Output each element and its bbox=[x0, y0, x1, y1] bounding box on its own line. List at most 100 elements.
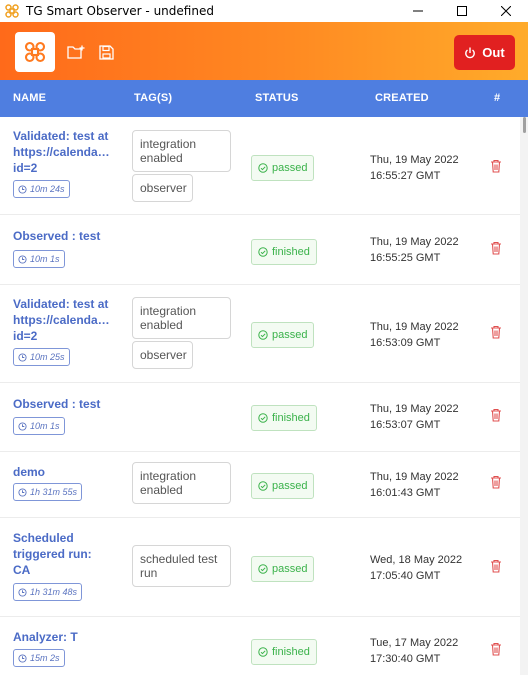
run-name-link[interactable]: Scheduled triggered run: CA bbox=[13, 530, 118, 578]
duration-text: 10m 24s bbox=[30, 184, 65, 194]
close-window-button[interactable] bbox=[484, 0, 528, 22]
status-text: passed bbox=[272, 480, 308, 492]
clock-icon bbox=[18, 184, 27, 194]
tag-chip[interactable]: integration enabled bbox=[132, 462, 231, 504]
table-row[interactable]: Observed : test 10m 1s finished Thu, 19 … bbox=[0, 383, 520, 452]
title-bar: TG Smart Observer - undefined bbox=[0, 0, 528, 22]
window-title: TG Smart Observer - undefined bbox=[26, 4, 214, 18]
clock-icon bbox=[18, 587, 27, 597]
run-name-line: https://calenda… bbox=[13, 313, 110, 327]
duration-text: 10m 1s bbox=[30, 421, 60, 431]
duration-text: 1h 31m 48s bbox=[30, 587, 78, 597]
tag-chip[interactable]: scheduled test run bbox=[132, 545, 231, 587]
tag-chip[interactable]: observer bbox=[132, 341, 193, 369]
clock-icon bbox=[18, 352, 27, 362]
run-name-link[interactable]: Observed : test bbox=[13, 396, 118, 412]
created-timestamp: Thu, 19 May 2022 16:01:43 GMT bbox=[370, 469, 459, 501]
check-circle-icon bbox=[258, 413, 268, 423]
logout-label: Out bbox=[482, 45, 505, 60]
status-badge: passed bbox=[251, 473, 315, 499]
delete-icon[interactable] bbox=[490, 408, 502, 422]
delete-icon[interactable] bbox=[490, 325, 502, 339]
created-time: 16:55:25 GMT bbox=[370, 252, 441, 264]
run-name-link[interactable]: demo bbox=[13, 464, 118, 480]
new-folder-button[interactable] bbox=[67, 44, 85, 60]
check-circle-icon bbox=[258, 247, 268, 257]
created-time: 16:53:07 GMT bbox=[370, 419, 441, 431]
table-row[interactable]: demo 1h 31m 55s integration enabled pass… bbox=[0, 452, 520, 518]
status-text: passed bbox=[272, 162, 308, 174]
created-date: Thu, 19 May 2022 bbox=[370, 321, 459, 333]
minimize-button[interactable] bbox=[396, 0, 440, 22]
delete-icon[interactable] bbox=[490, 475, 502, 489]
created-timestamp: Thu, 19 May 2022 16:53:09 GMT bbox=[370, 319, 459, 351]
duration-badge: 10m 1s bbox=[13, 250, 65, 268]
delete-icon[interactable] bbox=[490, 642, 502, 656]
created-time: 16:55:27 GMT bbox=[370, 170, 441, 182]
column-header-created[interactable]: CREATED bbox=[375, 92, 429, 104]
created-timestamp: Thu, 19 May 2022 16:55:25 GMT bbox=[370, 234, 459, 266]
run-name-line: Observed : test bbox=[13, 229, 101, 243]
table-row[interactable]: Scheduled triggered run: CA 1h 31m 48s s… bbox=[0, 518, 520, 617]
column-header-name[interactable]: NAME bbox=[13, 92, 46, 104]
run-name-line: demo bbox=[13, 465, 46, 479]
duration-badge: 15m 2s bbox=[13, 649, 65, 667]
duration-text: 15m 2s bbox=[30, 653, 60, 663]
run-name-line: Analyzer: T bbox=[13, 630, 78, 644]
duration-badge: 10m 24s bbox=[13, 180, 70, 198]
toolbar: Out bbox=[0, 22, 528, 80]
logout-button[interactable]: Out bbox=[454, 35, 515, 70]
status-badge: finished bbox=[251, 405, 317, 431]
check-circle-icon bbox=[258, 647, 268, 657]
app-logo-icon bbox=[24, 41, 46, 63]
created-date: Thu, 19 May 2022 bbox=[370, 236, 459, 248]
status-text: finished bbox=[272, 246, 310, 258]
duration-badge: 1h 31m 55s bbox=[13, 483, 83, 501]
tag-chip[interactable]: observer bbox=[132, 174, 193, 202]
scrollbar-track[interactable] bbox=[520, 117, 528, 675]
column-header-tags[interactable]: TAG(S) bbox=[134, 92, 172, 104]
run-name-line: Validated: test at bbox=[13, 297, 109, 311]
maximize-button[interactable] bbox=[440, 0, 484, 22]
created-date: Tue, 17 May 2022 bbox=[370, 637, 459, 649]
run-name-link[interactable]: Validated: test at https://calenda… id=2 bbox=[13, 128, 118, 176]
delete-icon[interactable] bbox=[490, 241, 502, 255]
status-badge: passed bbox=[251, 322, 315, 348]
run-name-line: Scheduled bbox=[13, 531, 74, 545]
created-time: 16:53:09 GMT bbox=[370, 337, 441, 349]
status-text: finished bbox=[272, 646, 310, 658]
tag-chip[interactable]: integration enabled bbox=[132, 130, 231, 172]
tag-chip[interactable]: integration enabled bbox=[132, 297, 231, 339]
run-name-line: Validated: test at bbox=[13, 129, 109, 143]
duration-badge: 10m 25s bbox=[13, 348, 70, 366]
table-row[interactable]: Validated: test at https://calenda… id=2… bbox=[0, 285, 520, 383]
run-name-link[interactable]: Observed : test bbox=[13, 228, 118, 244]
run-name-link[interactable]: Validated: test at https://calenda… id=2 bbox=[13, 296, 118, 344]
duration-text: 10m 25s bbox=[30, 352, 65, 362]
save-button[interactable] bbox=[97, 44, 115, 60]
clock-icon bbox=[18, 487, 27, 497]
run-name-line: CA bbox=[13, 563, 31, 577]
table-row[interactable]: Observed : test 10m 1s finished Thu, 19 … bbox=[0, 215, 520, 285]
clock-icon bbox=[18, 254, 27, 264]
table-header: NAME TAG(S) STATUS CREATED # bbox=[0, 80, 528, 117]
delete-icon[interactable] bbox=[490, 559, 502, 573]
clock-icon bbox=[18, 421, 27, 431]
status-text: finished bbox=[272, 412, 310, 424]
check-circle-icon bbox=[258, 330, 268, 340]
save-icon bbox=[98, 44, 114, 60]
column-header-status[interactable]: STATUS bbox=[255, 92, 299, 104]
home-logo-button[interactable] bbox=[15, 32, 55, 72]
run-name-link[interactable]: Analyzer: T bbox=[13, 629, 118, 645]
scrollbar-thumb[interactable] bbox=[523, 117, 526, 133]
close-icon bbox=[501, 6, 511, 16]
check-circle-icon bbox=[258, 163, 268, 173]
table-row[interactable]: Validated: test at https://calenda… id=2… bbox=[0, 117, 520, 215]
delete-icon[interactable] bbox=[490, 159, 502, 173]
created-date: Thu, 19 May 2022 bbox=[370, 154, 459, 166]
created-time: 17:05:40 GMT bbox=[370, 570, 441, 582]
duration-text: 1h 31m 55s bbox=[30, 487, 78, 497]
created-timestamp: Thu, 19 May 2022 16:53:07 GMT bbox=[370, 401, 459, 433]
table-row[interactable]: Analyzer: T 15m 2s finished Tue, 17 May … bbox=[0, 617, 520, 675]
power-icon bbox=[465, 47, 476, 58]
